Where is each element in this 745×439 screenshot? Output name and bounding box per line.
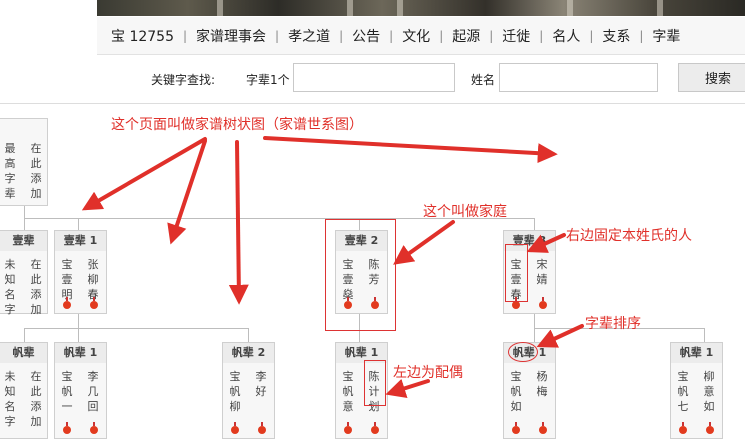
arrow-to-generation-order	[536, 324, 584, 348]
arrow-to-family	[393, 220, 455, 265]
arrow-to-tree-down	[228, 140, 249, 305]
annotation-arrows	[81, 136, 584, 398]
arrow-to-tree-right	[263, 136, 558, 164]
arrow-to-spouse	[385, 378, 430, 398]
arrow-to-right-fixed	[526, 233, 566, 253]
